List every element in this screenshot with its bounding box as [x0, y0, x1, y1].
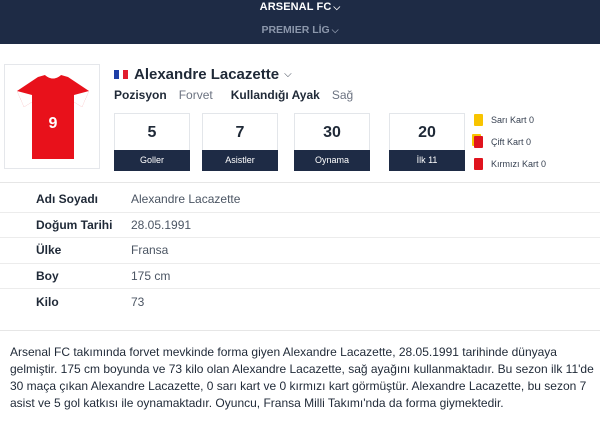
table-row: Kilo 73: [0, 289, 600, 315]
player-info-table: Adı Soyadı Alexandre Lacazette Doğum Tar…: [0, 187, 600, 315]
yellow-card-stat: Sarı Kart 0: [474, 114, 534, 126]
chevron-down-icon: ⌵: [331, 25, 339, 35]
info-value: Fransa: [131, 243, 169, 258]
info-label: Ülke: [36, 243, 62, 258]
jersey-card: 9: [4, 64, 100, 169]
stat-appearances: 30 Oynama: [294, 113, 370, 171]
top-nav-bar: ARSENAL FC ⌵ PREMIER LİG ⌵: [0, 0, 600, 44]
stat-value: 30: [323, 124, 341, 141]
stat-label: Goller: [114, 150, 190, 171]
yellow-card-label: Sarı Kart 0: [491, 115, 535, 125]
player-meta: Pozisyon Forvet Kullandığı Ayak Sağ: [114, 88, 353, 102]
yellow-card-icon: [474, 114, 483, 126]
info-label: Doğum Tarihi: [36, 217, 113, 232]
info-value: Alexandre Lacazette: [131, 192, 241, 207]
stat-label: Asistler: [202, 150, 278, 171]
stat-value: 20: [418, 124, 436, 141]
double-card-label: Çift Kart 0: [491, 137, 532, 147]
position-label: Pozisyon: [114, 88, 167, 102]
red-card-stat: Kırmızı Kart 0: [474, 158, 546, 170]
table-row: Doğum Tarihi 28.05.1991: [0, 213, 600, 238]
stat-starting-eleven: 20 İlk 11: [389, 113, 465, 171]
league-name: PREMIER LİG: [261, 24, 330, 36]
stat-value: 5: [147, 124, 157, 141]
stat-goals: 5 Goller: [114, 113, 190, 171]
stat-label: Oynama: [294, 150, 370, 171]
table-row: Boy 175 cm: [0, 264, 600, 289]
info-value: 28.05.1991: [131, 217, 192, 232]
player-name: Alexandre Lacazette: [134, 65, 280, 83]
player-description: Arsenal FC takımında forvet mevkinde for…: [10, 345, 594, 410]
info-label: Adı Soyadı: [36, 192, 99, 207]
info-label: Boy: [36, 268, 59, 283]
double-card-icon: [474, 136, 483, 148]
jersey-number: 9: [49, 115, 58, 132]
team-name: ARSENAL FC: [259, 1, 332, 13]
table-row: Adı Soyadı Alexandre Lacazette: [0, 187, 600, 213]
chevron-down-icon: ⌵: [333, 2, 341, 12]
league-selector[interactable]: PREMIER LİG ⌵: [0, 24, 600, 36]
double-card-stat: Çift Kart 0: [474, 136, 531, 148]
stat-assists: 7 Asistler: [202, 113, 278, 171]
foot-label: Kullandığı Ayak: [230, 88, 320, 102]
france-flag-icon: [114, 69, 129, 79]
info-value: 73: [131, 294, 145, 309]
divider: [0, 182, 600, 183]
table-row: Ülke Fransa: [0, 238, 600, 264]
red-card-icon: [474, 158, 483, 170]
stat-value: 7: [235, 124, 245, 141]
player-name-row[interactable]: Alexandre Lacazette ⌵: [114, 64, 292, 84]
team-selector[interactable]: ARSENAL FC ⌵: [0, 1, 600, 13]
position-value: Forvet: [178, 88, 213, 102]
foot-value: Sağ: [331, 88, 354, 102]
jersey-icon: 9: [17, 74, 89, 159]
info-value: 175 cm: [131, 268, 171, 283]
red-card-label: Kırmızı Kart 0: [491, 159, 547, 169]
info-label: Kilo: [36, 294, 59, 309]
chevron-down-icon: ⌵: [284, 68, 292, 80]
divider: [0, 330, 600, 331]
stat-label: İlk 11: [389, 150, 465, 171]
